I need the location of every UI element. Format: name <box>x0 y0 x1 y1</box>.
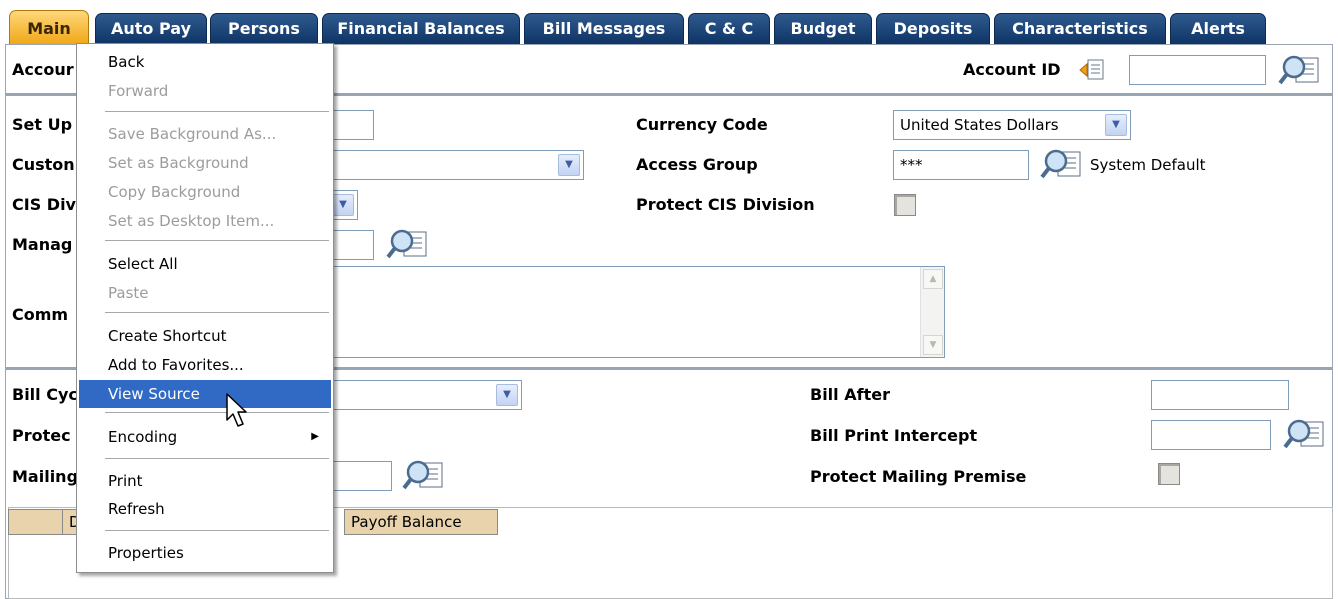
bill-after-label: Bill After <box>810 385 890 404</box>
tab-c-and-c[interactable]: C & C <box>688 13 770 44</box>
access-group-search-icon[interactable] <box>1040 146 1084 180</box>
comments-textarea[interactable]: ▲ ▼ <box>300 266 945 358</box>
menu-item-print[interactable]: Print <box>79 468 331 494</box>
menu-item-encoding[interactable]: Encoding ▶ <box>79 424 331 450</box>
menu-separator <box>105 312 329 314</box>
mailing-search-icon[interactable] <box>402 457 446 491</box>
menu-item-paste[interactable]: Paste <box>79 280 331 306</box>
currency-code-dropdown[interactable]: United States Dollars ▼ <box>893 110 1131 140</box>
bill-after-input[interactable] <box>1151 380 1289 410</box>
chevron-down-icon[interactable]: ▼ <box>1105 114 1127 136</box>
access-group-description: System Default <box>1090 156 1206 174</box>
menu-item-properties[interactable]: Properties <box>79 540 331 566</box>
access-group-label: Access Group <box>636 155 758 174</box>
mailing-label: Mailing <box>12 467 79 486</box>
protect-cis-division-checkbox[interactable] <box>894 194 916 216</box>
scroll-up-icon[interactable]: ▲ <box>923 269 943 289</box>
tab-persons[interactable]: Persons <box>210 13 318 44</box>
chevron-down-icon[interactable]: ▼ <box>496 384 518 406</box>
menu-item-view-source[interactable]: View Source <box>79 380 331 408</box>
menu-separator <box>105 412 329 414</box>
menu-item-create-shortcut[interactable]: Create Shortcut <box>79 323 331 349</box>
protect-mailing-premise-checkbox[interactable] <box>1158 463 1180 485</box>
menu-item-add-to-favorites[interactable]: Add to Favorites... <box>79 352 331 378</box>
account-search-icon[interactable] <box>1278 52 1322 86</box>
account-id-input[interactable] <box>1129 55 1266 85</box>
grid-header-payoff-balance[interactable]: Payoff Balance <box>344 509 498 535</box>
account-id-label: Account ID <box>963 60 1061 79</box>
tab-characteristics[interactable]: Characteristics <box>994 13 1166 44</box>
bill-print-intercept-label: Bill Print Intercept <box>810 426 978 445</box>
menu-item-select-all[interactable]: Select All <box>79 251 331 277</box>
context-menu: Back Forward Save Background As... Set a… <box>76 43 334 573</box>
menu-item-copy-background[interactable]: Copy Background <box>79 179 331 205</box>
setup-label: Set Up <box>12 115 73 134</box>
bill-cycle-label: Bill Cyc <box>12 385 78 404</box>
manager-search-icon[interactable] <box>386 226 430 260</box>
chevron-down-icon[interactable]: ▼ <box>558 154 580 176</box>
bill-print-intercept-input[interactable] <box>1151 420 1271 450</box>
menu-separator <box>105 111 329 113</box>
bill-print-intercept-search-icon[interactable] <box>1283 416 1327 450</box>
tab-bill-messages[interactable]: Bill Messages <box>524 13 684 44</box>
menu-separator <box>105 458 329 460</box>
menu-separator <box>105 530 329 532</box>
customer-label: Custon <box>12 155 75 174</box>
tab-deposits[interactable]: Deposits <box>876 13 990 44</box>
submenu-arrow-icon: ▶ <box>311 431 319 442</box>
menu-item-refresh[interactable]: Refresh <box>79 496 331 522</box>
context-icon[interactable] <box>1078 56 1108 84</box>
manager-label: Manag <box>12 235 73 254</box>
tab-auto-pay[interactable]: Auto Pay <box>95 13 207 44</box>
tab-financial-balances[interactable]: Financial Balances <box>322 13 520 44</box>
comments-scrollbar[interactable]: ▲ ▼ <box>920 267 944 357</box>
mouse-pointer-icon <box>226 393 247 427</box>
chevron-down-icon[interactable]: ▼ <box>332 194 354 216</box>
tab-bar: Main Auto Pay Persons Financial Balances… <box>0 0 1338 44</box>
scroll-down-icon[interactable]: ▼ <box>923 335 943 355</box>
menu-item-save-background[interactable]: Save Background As... <box>79 121 331 147</box>
menu-separator <box>105 240 329 242</box>
menu-item-forward[interactable]: Forward <box>79 78 331 104</box>
currency-code-label: Currency Code <box>636 115 768 134</box>
menu-item-encoding-label: Encoding <box>108 428 178 446</box>
menu-item-set-background[interactable]: Set as Background <box>79 150 331 176</box>
tab-alerts[interactable]: Alerts <box>1170 13 1266 44</box>
access-group-input[interactable]: *** <box>893 150 1029 180</box>
comments-label: Comm <box>12 305 69 324</box>
tab-budget[interactable]: Budget <box>774 13 872 44</box>
grid-header-blank <box>8 509 63 535</box>
menu-item-back[interactable]: Back <box>79 49 331 75</box>
menu-item-set-desktop-item[interactable]: Set as Desktop Item... <box>79 208 331 234</box>
protect-cis-division-label: Protect CIS Division <box>636 195 815 214</box>
account-label: Accour <box>12 60 74 79</box>
protect-mailing-premise-label: Protect Mailing Premise <box>810 467 1027 486</box>
protect-label: Protec <box>12 426 71 445</box>
currency-code-value: United States Dollars <box>900 116 1059 134</box>
cis-division-label: CIS Div <box>12 195 76 214</box>
customer-dropdown[interactable]: ▼ <box>300 150 584 180</box>
tab-main[interactable]: Main <box>9 10 89 44</box>
